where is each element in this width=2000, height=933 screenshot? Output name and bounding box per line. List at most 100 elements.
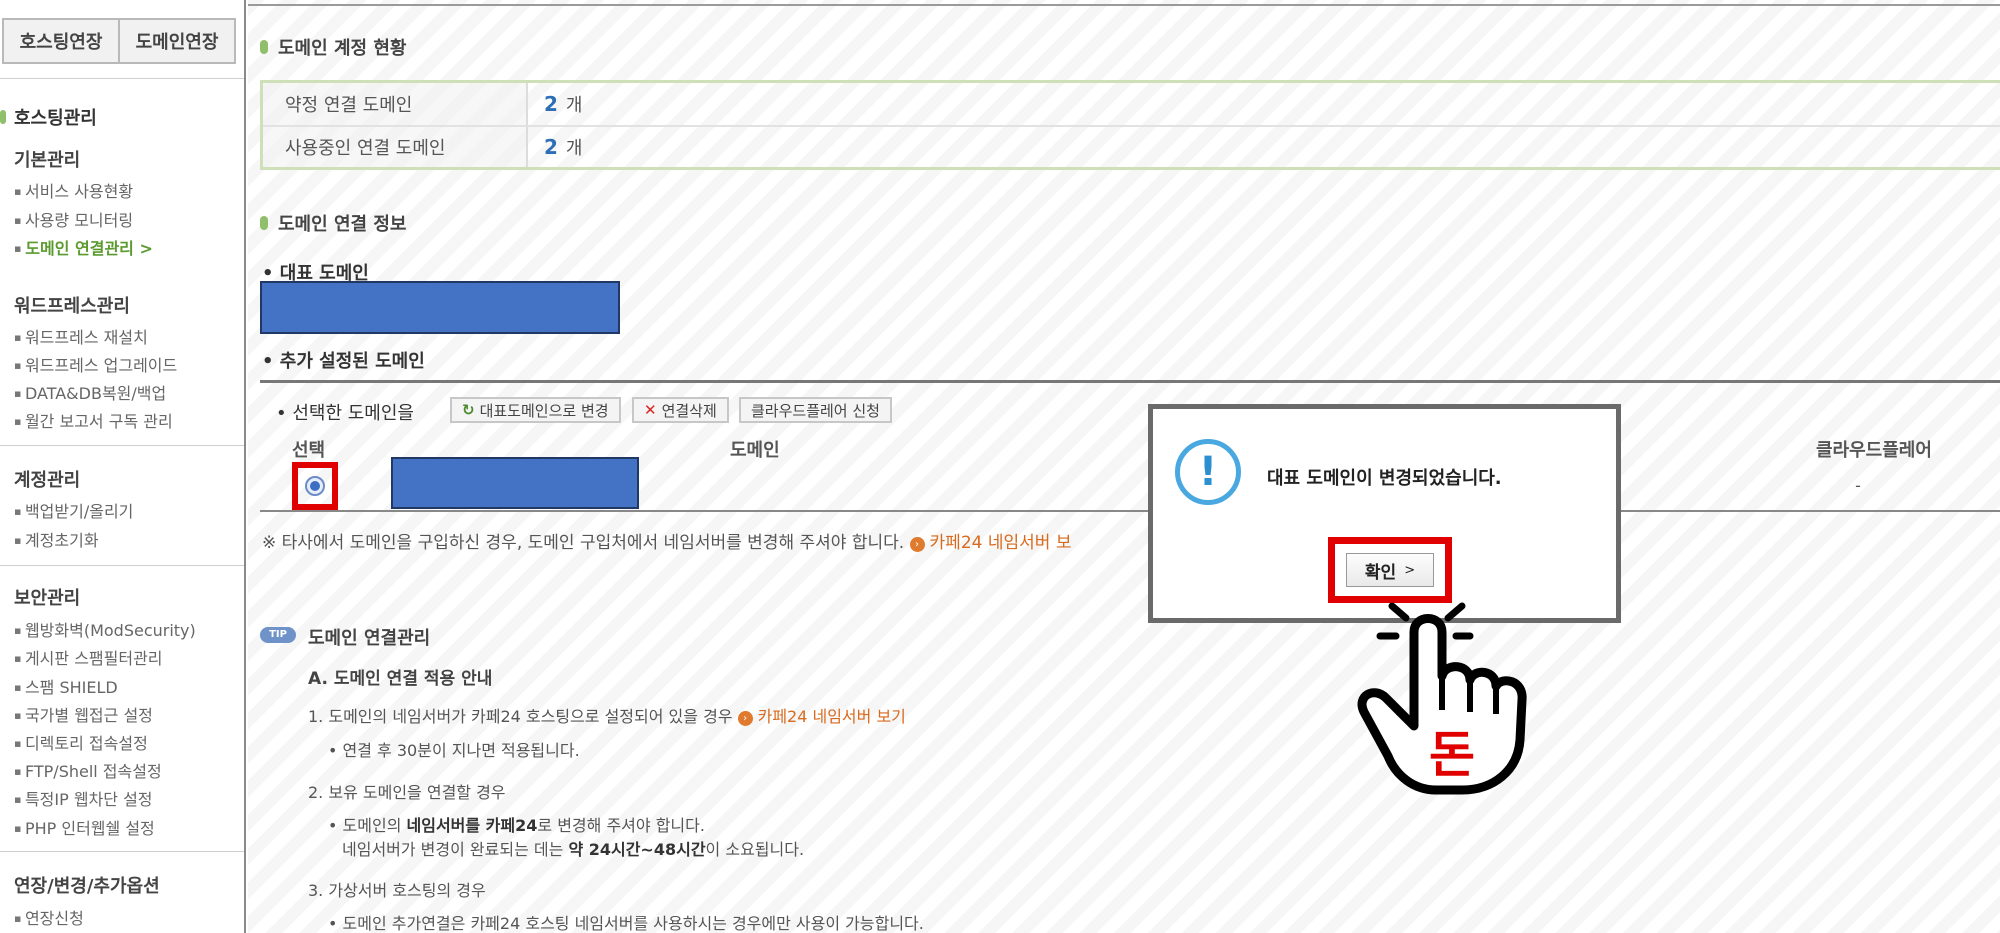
chevron-right-icon: > — [139, 239, 153, 258]
table-row: 약정 연결 도메인 2 개 — [263, 83, 2000, 125]
row-value: 2 개 — [528, 134, 582, 160]
make-primary-button[interactable]: ↻ 대표도메인으로 변경 — [450, 397, 621, 423]
sidebar-item-ip-block[interactable]: 특정IP 웹차단 설정 — [14, 786, 153, 810]
guide-sub-text: 로 변경해 주셔야 합니다. — [537, 816, 705, 835]
button-label: 확인 — [1364, 562, 1397, 583]
guide-item-2: 2. 보유 도메인을 연결할 경우 — [308, 783, 506, 802]
nameserver-notice: ※ 타사에서 도메인을 구입하신 경우, 도메인 구입처에서 네임서버를 변경해… — [262, 528, 1071, 553]
table-row: 사용중인 연결 도메인 2 개 — [263, 125, 2000, 167]
sidebar-main-title: 호스팅관리 — [0, 104, 97, 130]
guide-sub-text: 연결 후 30분이 지나면 적용됩니다. — [342, 741, 580, 760]
sidebar-item-spam-filter[interactable]: 게시판 스팸필터관리 — [14, 645, 163, 669]
sidebar-item-account-reset[interactable]: 계정초기화 — [14, 527, 99, 551]
notice-text: ※ 타사에서 도메인을 구입하신 경우, 도메인 구입처에서 네임서버를 변경해… — [262, 533, 905, 553]
row-label: 약정 연결 도메인 — [263, 83, 528, 125]
domain-select-radio[interactable] — [305, 476, 325, 496]
button-label: 대표도메인으로 변경 — [479, 401, 609, 420]
sidebar-group-account: 계정관리 — [14, 470, 81, 491]
divider — [0, 851, 244, 852]
top-tabs: 호스팅연장 도메인연장 — [2, 18, 236, 64]
delete-connection-button[interactable]: ✕ 연결삭제 — [632, 397, 729, 423]
sidebar-group-security: 보안관리 — [14, 588, 81, 609]
section-title-label: 도메인 계정 현황 — [278, 38, 407, 59]
link-label: 카페24 네임서버 보 — [929, 533, 1072, 553]
main-content: 도메인 계정 현황 약정 연결 도메인 2 개 사용중인 연결 도메인 2 개 … — [248, 0, 2000, 933]
dialog-message: 대표 도메인이 변경되었습니다. — [1267, 468, 1502, 489]
close-icon: ✕ — [644, 401, 657, 419]
sidebar-group-wordpress: 워드프레스관리 — [14, 296, 130, 317]
count-unit: 개 — [565, 95, 583, 116]
additional-domain-label: 추가 설정된 도메인 — [262, 347, 425, 373]
guide-item-1: 1. 도메인의 네임서버가 카페24 호스팅으로 설정되어 있을 경우 › 카페2… — [308, 703, 906, 727]
sidebar-item-label: 도메인 연결관리 — [25, 239, 134, 258]
column-header-select: 선택 — [292, 440, 326, 461]
sidebar-item-directory-access[interactable]: 디렉토리 접속설정 — [14, 730, 148, 754]
refresh-icon: ↻ — [462, 401, 475, 419]
section-title-label: 도메인 연결 정보 — [278, 214, 407, 235]
arrow-circle-icon: › — [909, 537, 925, 552]
guide-item-1-sub: • 연결 후 30분이 지나면 적용됩니다. — [328, 741, 580, 760]
count-value: 2 — [544, 135, 558, 159]
guide-emphasis: 약 24시간~48시간 — [568, 840, 706, 859]
sidebar-group-options: 연장/변경/추가옵션 — [14, 876, 160, 897]
title-marker-icon — [0, 110, 6, 124]
guide-emphasis: 네임서버를 카페24 — [406, 816, 538, 835]
cloudflare-apply-button[interactable]: 클라우드플레어 신청 — [739, 397, 892, 423]
sidebar: 호스팅연장 도메인연장 호스팅관리 기본관리 서비스 사용현황 사용량 모니터링… — [0, 0, 246, 933]
selected-domain-label: 선택한 도메인을 — [276, 399, 414, 425]
link-label: 카페24 네임서버 보기 — [757, 707, 906, 726]
guide-item-2-sub2: 네임서버가 변경이 완료되는 데는 약 24시간~48시간이 소요됩니다. — [342, 836, 804, 860]
count-value: 2 — [544, 92, 558, 116]
tab-hosting-renew[interactable]: 호스팅연장 — [2, 18, 120, 64]
sidebar-item-spam-shield[interactable]: 스팸 SHIELD — [14, 674, 118, 698]
sidebar-item-monthly-report[interactable]: 월간 보고서 구독 관리 — [14, 408, 173, 432]
sidebar-item-country-access[interactable]: 국가별 웹접근 설정 — [14, 702, 153, 726]
column-header-domain: 도메인 — [730, 440, 780, 461]
sidebar-item-wp-reinstall[interactable]: 워드프레스 재설치 — [14, 324, 148, 348]
info-icon: ! — [1175, 439, 1241, 505]
divider — [248, 4, 2000, 6]
sidebar-item-php-webshell[interactable]: PHP 인터웹쉘 설정 — [14, 815, 155, 839]
tip-badge: TIP — [260, 627, 296, 643]
sidebar-item-domain-connect[interactable]: 도메인 연결관리 > — [14, 235, 153, 259]
guide-sub-text: 네임서버가 변경이 완료되는 데는 — [342, 840, 569, 859]
sidebar-item-backup[interactable]: 백업받기/올리기 — [14, 498, 133, 522]
button-label: 클라우드플레어 신청 — [751, 401, 880, 420]
section-title-status: 도메인 계정 현황 — [260, 34, 406, 60]
button-label: 연결삭제 — [661, 401, 717, 420]
guide-item-text: 1. 도메인의 네임서버가 카페24 호스팅으로 설정되어 있을 경우 — [308, 707, 733, 726]
confirm-button[interactable]: 확인 > — [1346, 553, 1434, 587]
guide-item-3: 3. 가상서버 호스팅의 경우 — [308, 881, 486, 900]
sidebar-item-service-usage[interactable]: 서비스 사용현황 — [14, 178, 133, 202]
sidebar-item-renew-apply[interactable]: 연장신청 — [14, 905, 84, 929]
status-table: 약정 연결 도메인 2 개 사용중인 연결 도메인 2 개 — [260, 80, 2000, 170]
cloudflare-status: - — [1855, 476, 1861, 495]
divider — [0, 78, 244, 79]
redacted-primary-domain — [260, 281, 620, 334]
guide-sub-text: 도메인 추가연결은 카페24 호스팅 네임서버를 사용하시는 경우에만 사용이 … — [342, 914, 924, 933]
section-title-connection: 도메인 연결 정보 — [260, 210, 406, 236]
guide-sub-text: 도메인의 — [342, 816, 407, 835]
tab-domain-renew[interactable]: 도메인연장 — [120, 18, 236, 64]
redacted-additional-domain — [391, 457, 639, 509]
sidebar-item-ftp-shell[interactable]: FTP/Shell 접속설정 — [14, 758, 162, 782]
column-header-cloudflare: 클라우드플레어 — [1816, 440, 1932, 461]
arrow-circle-icon: › — [737, 711, 753, 726]
sidebar-item-usage-monitor[interactable]: 사용량 모니터링 — [14, 207, 133, 231]
row-label: 사용중인 연결 도메인 — [263, 127, 528, 167]
sidebar-item-waf[interactable]: 웹방화벽(ModSecurity) — [14, 617, 196, 641]
guide-sub-text: 이 소요됩니다. — [705, 840, 805, 859]
sidebar-item-wp-upgrade[interactable]: 워드프레스 업그레이드 — [14, 352, 177, 376]
divider — [0, 565, 244, 566]
sidebar-item-data-restore[interactable]: DATA&DB복원/백업 — [14, 380, 166, 404]
guide-item-3-sub: • 도메인 추가연결은 카페24 호스팅 네임서버를 사용하시는 경우에만 사용… — [328, 914, 924, 933]
select-radio-highlight — [292, 462, 338, 510]
row-value: 2 개 — [528, 91, 582, 117]
pointing-hand-icon: 돈 — [1357, 602, 1527, 795]
nameserver-view-link[interactable]: › 카페24 네임서버 보기 — [737, 707, 906, 726]
hand-label: 돈 — [1429, 726, 1475, 784]
divider — [260, 380, 2000, 383]
sidebar-group-basic: 기본관리 — [14, 150, 81, 171]
divider — [260, 510, 2000, 512]
nameserver-link[interactable]: › 카페24 네임서버 보 — [909, 533, 1072, 553]
